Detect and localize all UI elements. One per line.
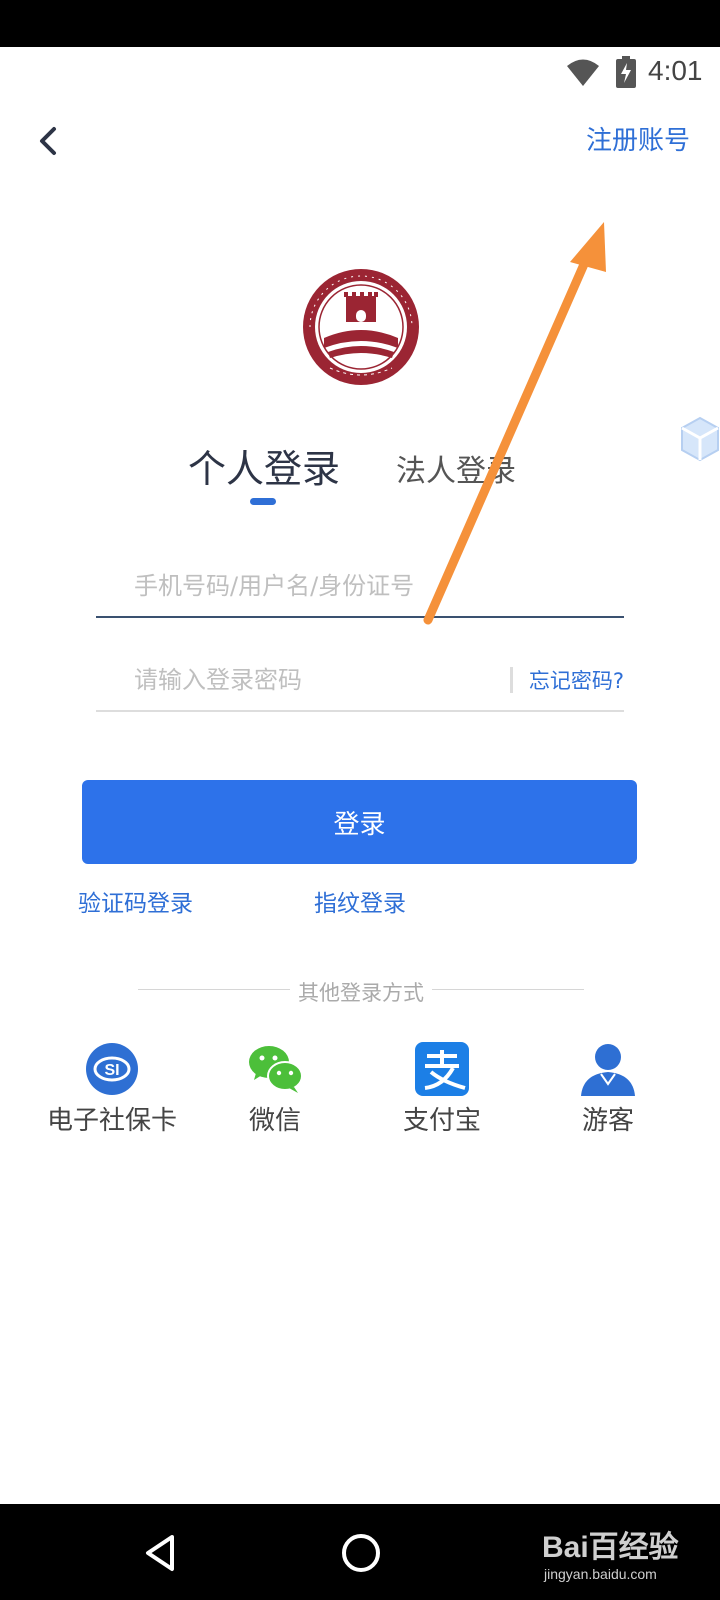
system-home-icon[interactable] [340, 1532, 382, 1574]
hebei-government-services-logo [303, 269, 419, 385]
forgot-password-group: 忘记密码? [509, 665, 624, 695]
forgot-separator [509, 667, 513, 693]
other-methods-title: 其他登录方式 [298, 981, 424, 1005]
alipay-icon [415, 1042, 469, 1096]
top-black-bar [0, 0, 720, 47]
nav-bar: 注册账号 [0, 110, 720, 170]
username-underline [96, 616, 624, 618]
wechat-icon [249, 1046, 303, 1093]
password-underline [96, 710, 624, 712]
forgot-password-link[interactable]: 忘记密码? [529, 665, 624, 695]
svg-text:SI: SI [104, 1062, 119, 1079]
back-icon[interactable] [34, 124, 62, 158]
username-field [96, 558, 624, 618]
other-methods-divider: 其他登录方式 [138, 975, 584, 1005]
password-input[interactable] [134, 656, 494, 704]
tab-active-indicator [250, 498, 276, 505]
sms-code-login-link[interactable]: 验证码登录 [78, 884, 193, 918]
wechat-login[interactable]: 微信 [195, 1040, 355, 1140]
divider-line-right [432, 989, 584, 990]
alipay-login[interactable]: 支付宝 [362, 1040, 522, 1140]
battery-charging-icon [616, 56, 636, 88]
social-security-card-login[interactable]: SI 电子社保卡 [32, 1040, 192, 1140]
system-back-icon[interactable] [140, 1532, 182, 1574]
floating-cube-icon[interactable] [680, 414, 720, 464]
guest-icon [581, 1044, 635, 1096]
social-security-card-icon: SI [86, 1043, 138, 1095]
status-time: 4:01 [648, 55, 703, 86]
username-input[interactable] [134, 562, 494, 610]
baidu-jingyan-watermark: Bai百经验 jingyan.baidu.com [542, 1522, 712, 1592]
guest-login[interactable]: 游客 [528, 1040, 688, 1140]
alipay-label: 支付宝 [402, 1106, 481, 1136]
fingerprint-login-link[interactable]: 指纹登录 [314, 884, 406, 918]
tab-personal-login[interactable]: 个人登录 [188, 438, 340, 493]
tab-legal-person-login[interactable]: 法人登录 [396, 446, 516, 490]
wechat-label: 微信 [248, 1106, 301, 1136]
watermark-url: jingyan.baidu.com [544, 1566, 657, 1582]
password-field: 忘记密码? [96, 652, 624, 712]
social-security-card-label: 电子社保卡 [46, 1106, 177, 1136]
login-type-tabs: 个人登录 法人登录 [0, 438, 720, 508]
system-navigation-bar: Bai百经验 jingyan.baidu.com [0, 1504, 720, 1600]
login-button[interactable]: 登录 [82, 780, 637, 864]
register-account-link[interactable]: 注册账号 [586, 120, 690, 157]
status-bar: 4:01 [0, 47, 720, 99]
guest-label: 游客 [581, 1106, 634, 1136]
other-login-methods: SI 电子社保卡 微信 支付宝 游客 [0, 1040, 720, 1140]
watermark-brand: Bai百经验 [542, 1531, 679, 1564]
wifi-icon [567, 59, 599, 86]
